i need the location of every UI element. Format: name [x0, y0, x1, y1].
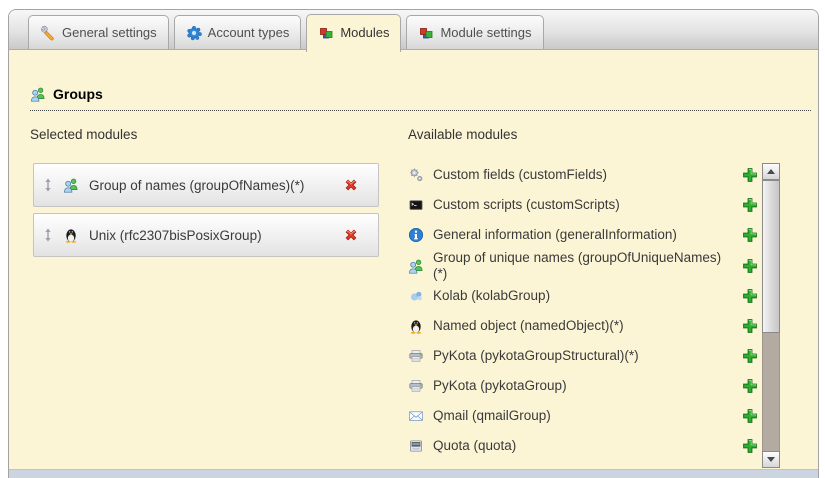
- info-icon: [408, 227, 424, 243]
- selected-modules-label: Selected modules: [30, 127, 137, 142]
- tab-label: General settings: [62, 25, 157, 40]
- tab-header-bar: General settings Account types Modules Modu…: [9, 10, 818, 50]
- available-module-row: PyKota (pykotaGroup): [408, 371, 758, 401]
- move-handle-icon[interactable]: [43, 227, 53, 243]
- available-module-row: Custom scripts (customScripts): [408, 190, 758, 220]
- module-label: Qmail (qmailGroup): [433, 408, 551, 424]
- add-module-button[interactable]: [742, 408, 758, 424]
- tab-general-settings[interactable]: General settings: [28, 15, 169, 49]
- account-types-gear-icon: [186, 25, 202, 41]
- module-label: Group of unique names (groupOfUniqueName…: [433, 250, 728, 281]
- selected-module-row[interactable]: Unix (rfc2307bisPosixGroup): [33, 213, 379, 257]
- groups-icon: [30, 86, 46, 102]
- add-module-button[interactable]: [742, 288, 758, 304]
- move-handle-icon[interactable]: [43, 177, 53, 193]
- tab-modules[interactable]: Modules: [306, 14, 401, 52]
- wrench-icon: [40, 25, 56, 41]
- add-module-button[interactable]: [742, 438, 758, 454]
- available-modules-label: Available modules: [408, 127, 517, 142]
- module-label: Custom scripts (customScripts): [433, 197, 620, 213]
- settings-window: General settings Account types Modules Modu…: [8, 9, 819, 478]
- scrollbar-down-button[interactable]: [762, 451, 780, 468]
- bottom-strip: [9, 469, 818, 478]
- module-label: Kolab (kolabGroup): [433, 288, 550, 304]
- available-module-row: PyKota (pykotaGroupStructural)(*): [408, 341, 758, 371]
- available-module-row: Named object (namedObject)(*): [408, 311, 758, 341]
- available-modules-list: Custom fields (customFields) Custom scrip…: [408, 160, 758, 461]
- selected-module-row[interactable]: Group of names (groupOfNames)(*): [33, 163, 379, 207]
- remove-module-button[interactable]: [343, 177, 359, 193]
- tux-icon: [63, 227, 79, 243]
- gears-icon: [408, 167, 424, 183]
- add-module-button[interactable]: [742, 318, 758, 334]
- tab-label: Account types: [208, 25, 290, 40]
- groups-icon: [63, 177, 79, 193]
- section-header: Groups: [30, 86, 811, 111]
- remove-module-button[interactable]: [343, 227, 359, 243]
- terminal-icon: [408, 197, 424, 213]
- envelope-icon: [408, 408, 424, 424]
- available-modules-scrollbar[interactable]: [762, 163, 780, 468]
- add-module-button[interactable]: [742, 378, 758, 394]
- selected-modules-list: Group of names (groupOfNames)(*) Unix (rf…: [33, 163, 379, 257]
- module-label: Named object (namedObject)(*): [433, 318, 624, 334]
- section-title: Groups: [53, 86, 103, 102]
- module-label: PyKota (pykotaGroupStructural)(*): [433, 348, 639, 364]
- available-module-row: Quota (quota): [408, 431, 758, 461]
- scroll-down-icon: [767, 457, 775, 462]
- add-module-button[interactable]: [742, 227, 758, 243]
- available-module-row: Group of unique names (groupOfUniqueName…: [408, 250, 758, 281]
- printer-icon: [408, 378, 424, 394]
- tab-label: Module settings: [440, 25, 531, 40]
- add-module-button[interactable]: [742, 258, 758, 274]
- tab-module-settings[interactable]: Module settings: [406, 15, 543, 49]
- tab-label: Modules: [340, 25, 389, 40]
- module-label: General information (generalInformation): [433, 227, 677, 243]
- add-module-button[interactable]: [742, 197, 758, 213]
- scrollbar-up-button[interactable]: [762, 163, 780, 180]
- add-module-button[interactable]: [742, 348, 758, 364]
- scrollbar-track[interactable]: [762, 180, 780, 451]
- modules-cubes-icon: [318, 25, 334, 41]
- module-label: Group of names (groupOfNames)(*): [89, 178, 333, 193]
- modules-panel: Groups Selected modules Available module…: [9, 50, 818, 469]
- scroll-up-icon: [767, 169, 775, 174]
- available-module-row: General information (generalInformation): [408, 220, 758, 250]
- modules-cubes-icon: [418, 25, 434, 41]
- kolab-icon: [408, 288, 424, 304]
- module-label: Quota (quota): [433, 438, 516, 454]
- available-module-row: Qmail (qmailGroup): [408, 401, 758, 431]
- tab-account-types[interactable]: Account types: [174, 15, 302, 49]
- scrollbar-thumb[interactable]: [762, 180, 780, 333]
- tab-bar: General settings Account types Modules Modu…: [28, 10, 544, 50]
- module-label: Unix (rfc2307bisPosixGroup): [89, 228, 333, 243]
- module-label: Custom fields (customFields): [433, 167, 607, 183]
- add-module-button[interactable]: [742, 167, 758, 183]
- disk-icon: [408, 438, 424, 454]
- printer-icon: [408, 348, 424, 364]
- available-module-row: Custom fields (customFields): [408, 160, 758, 190]
- tux-icon: [408, 318, 424, 334]
- groups-icon: [408, 258, 424, 274]
- module-label: PyKota (pykotaGroup): [433, 378, 567, 394]
- available-module-row: Kolab (kolabGroup): [408, 281, 758, 311]
